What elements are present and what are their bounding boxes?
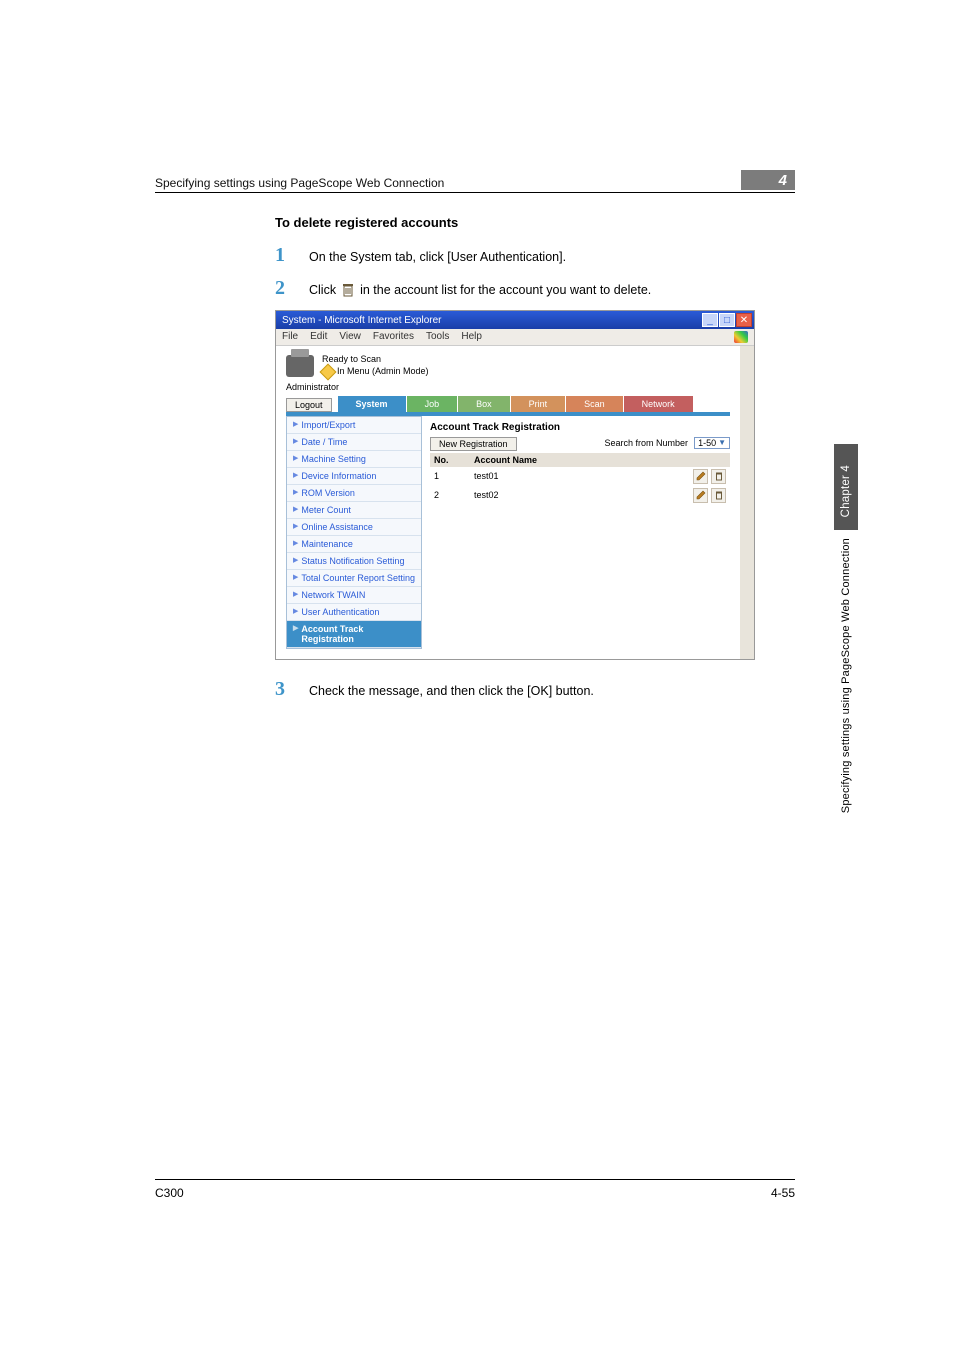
step-number: 1 <box>275 244 291 267</box>
footer-right: 4-55 <box>771 1186 795 1200</box>
embedded-screenshot: System - Microsoft Internet Explorer _ □… <box>275 310 755 660</box>
sidebar-item-meter-count[interactable]: ▶Meter Count <box>287 502 421 519</box>
edit-button[interactable] <box>693 469 708 484</box>
ie-logo-icon <box>734 331 748 343</box>
sidebar-item-device-information[interactable]: ▶Device Information <box>287 468 421 485</box>
sidebar-item-total-counter-report[interactable]: ▶Total Counter Report Setting <box>287 570 421 587</box>
table-row: 1 test01 <box>430 467 730 486</box>
new-registration-button[interactable]: New Registration <box>430 437 517 451</box>
content-block: To delete registered accounts 1 On the S… <box>275 215 795 701</box>
close-button[interactable]: ✕ <box>736 313 752 327</box>
pane-title: Account Track Registration <box>430 422 730 433</box>
trash-icon <box>341 282 355 298</box>
table-header-row: No. Account Name <box>430 453 730 467</box>
tab-print[interactable]: Print <box>511 396 567 412</box>
col-no: No. <box>430 453 470 467</box>
menu-bar: File Edit View Favorites Tools Help <box>276 329 754 346</box>
edit-button[interactable] <box>693 488 708 503</box>
tab-scan[interactable]: Scan <box>566 396 624 412</box>
menu-view[interactable]: View <box>339 331 361 343</box>
sidebar-item-online-assistance[interactable]: ▶Online Assistance <box>287 519 421 536</box>
browser-body: Ready to Scan In Menu (Admin Mode) Admin… <box>276 346 754 659</box>
step-number: 2 <box>275 277 291 300</box>
col-account-name: Account Name <box>470 453 686 467</box>
step-2: 2 Click in the account list for the acco… <box>275 277 795 300</box>
step-number: 3 <box>275 678 291 701</box>
step-3: 3 Check the message, and then click the … <box>275 678 795 701</box>
step-text: Click in the account list for the accoun… <box>309 282 651 298</box>
warning-icon <box>320 363 337 380</box>
chevron-down-icon: ▼ <box>718 438 726 447</box>
col-actions <box>686 453 730 467</box>
page-footer: C300 4-55 <box>155 1179 795 1200</box>
step2-suffix: in the account list for the account you … <box>360 283 651 297</box>
search-label: Search from Number <box>605 438 689 448</box>
side-title: Specifying settings using PageScope Web … <box>840 538 852 813</box>
side-tab: Chapter 4 Specifying settings using Page… <box>834 444 858 813</box>
menu-file[interactable]: File <box>282 331 298 343</box>
status-line-2: In Menu (Admin Mode) <box>337 366 429 378</box>
section-heading: To delete registered accounts <box>275 215 795 230</box>
sidebar-item-machine-setting[interactable]: ▶Machine Setting <box>287 451 421 468</box>
cell-name: test02 <box>470 486 686 505</box>
menu-edit[interactable]: Edit <box>310 331 327 343</box>
sidebar-item-import-export[interactable]: ▶Import/Export <box>287 417 421 434</box>
tab-system[interactable]: System <box>338 396 407 412</box>
tab-network[interactable]: Network <box>624 396 694 412</box>
logout-button[interactable]: Logout <box>286 398 332 412</box>
tab-row: Logout System Job Box Print Scan Network <box>276 396 740 412</box>
step-text: On the System tab, click [User Authentic… <box>309 250 566 264</box>
section-number-badge: 4 <box>741 170 795 190</box>
maximize-button[interactable]: □ <box>719 313 735 327</box>
chapter-label: Chapter 4 <box>840 465 852 517</box>
breadcrumb: Specifying settings using PageScope Web … <box>155 176 444 190</box>
printer-icon <box>286 355 314 377</box>
right-pane: Account Track Registration New Registrat… <box>430 416 730 649</box>
menu-tools[interactable]: Tools <box>426 331 449 343</box>
footer-left: C300 <box>155 1186 184 1200</box>
menu-help[interactable]: Help <box>461 331 482 343</box>
tab-box[interactable]: Box <box>458 396 511 412</box>
cell-name: test01 <box>470 467 686 486</box>
sidebar-item-date-time[interactable]: ▶Date / Time <box>287 434 421 451</box>
delete-button[interactable] <box>711 488 726 503</box>
window-buttons: _ □ ✕ <box>702 313 752 327</box>
sidebar-item-account-track-registration[interactable]: ▶Account Track Registration <box>287 621 421 648</box>
status-line-1: Ready to Scan <box>322 354 429 366</box>
admin-label: Administrator <box>276 382 740 396</box>
step2-prefix: Click <box>309 283 336 297</box>
tab-job[interactable]: Job <box>407 396 459 412</box>
page-content: Specifying settings using PageScope Web … <box>155 170 795 711</box>
page-header: Specifying settings using PageScope Web … <box>155 170 795 193</box>
cell-no: 2 <box>430 486 470 505</box>
step-1: 1 On the System tab, click [User Authent… <box>275 244 795 267</box>
main-area: ▶Import/Export ▶Date / Time ▶Machine Set… <box>276 416 740 659</box>
menu-favorites[interactable]: Favorites <box>373 331 414 343</box>
sidebar: ▶Import/Export ▶Date / Time ▶Machine Set… <box>286 416 422 649</box>
sidebar-item-network-twain[interactable]: ▶Network TWAIN <box>287 587 421 604</box>
sidebar-item-status-notification[interactable]: ▶Status Notification Setting <box>287 553 421 570</box>
range-select[interactable]: 1-50▼ <box>694 437 730 449</box>
status-area: Ready to Scan In Menu (Admin Mode) <box>276 346 740 382</box>
sidebar-item-rom-version[interactable]: ▶ROM Version <box>287 485 421 502</box>
account-table: No. Account Name 1 test01 <box>430 453 730 505</box>
table-row: 2 test02 <box>430 486 730 505</box>
cell-no: 1 <box>430 467 470 486</box>
chapter-badge: Chapter 4 <box>834 444 858 530</box>
window-title: System - Microsoft Internet Explorer <box>282 315 442 326</box>
step-text: Check the message, and then click the [O… <box>309 684 594 698</box>
minimize-button[interactable]: _ <box>702 313 718 327</box>
delete-button[interactable] <box>711 469 726 484</box>
window-titlebar: System - Microsoft Internet Explorer _ □… <box>276 311 754 329</box>
sidebar-item-user-authentication[interactable]: ▶User Authentication <box>287 604 421 621</box>
sidebar-item-maintenance[interactable]: ▶Maintenance <box>287 536 421 553</box>
